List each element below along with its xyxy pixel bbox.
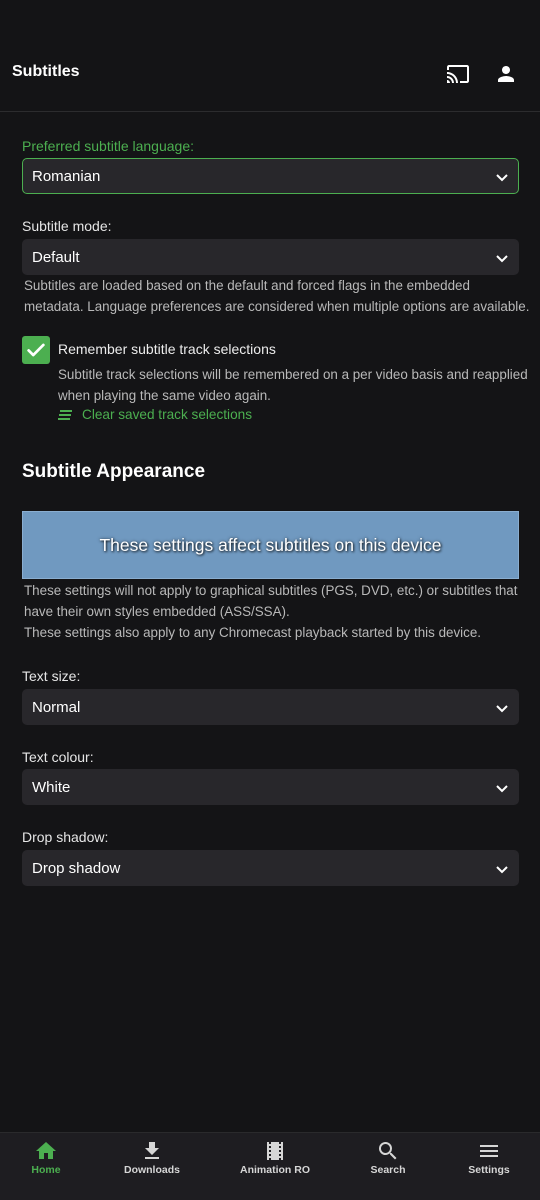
remember-selections-label: Remember subtitle track selections [58, 341, 276, 357]
preferred-language-value: Romanian [32, 168, 101, 185]
subtitle-preview: These settings affect subtitles on this … [22, 511, 519, 579]
subtitle-mode-value: Default [32, 249, 80, 266]
account-icon[interactable] [494, 62, 518, 86]
appearance-note-3: These settings also apply to any Chromec… [24, 625, 482, 640]
preferred-language-select[interactable]: Romanian [22, 158, 519, 194]
page-title: Subtitles [12, 63, 80, 80]
remember-helper-2: when playing the same video again. [58, 388, 271, 403]
home-icon [36, 1142, 56, 1159]
chevron-down-icon [496, 705, 508, 713]
subtitle-appearance-heading: Subtitle Appearance [22, 461, 206, 482]
remember-helper-1: Subtitle track selections will be rememb… [58, 367, 528, 382]
subtitle-mode-label: Subtitle mode: [22, 218, 112, 234]
nav-search[interactable]: Search [338, 1133, 438, 1200]
chevron-down-icon [496, 866, 508, 874]
appearance-note-1: These settings will not apply to graphic… [24, 583, 518, 598]
text-colour-select[interactable]: White [22, 769, 519, 805]
drop-shadow-value: Drop shadow [32, 860, 121, 877]
checkmark-icon [27, 343, 45, 357]
appearance-note-2: have their own styles embedded (ASS/SSA)… [24, 604, 290, 619]
nav-home[interactable]: Home [0, 1133, 96, 1200]
preferred-language-label: Preferred subtitle language: [22, 138, 194, 154]
chevron-down-icon [496, 255, 508, 263]
nav-home-label: Home [31, 1164, 61, 1176]
remember-selections-checkbox[interactable] [22, 336, 50, 364]
nav-animation-ro-label: Animation RO [240, 1164, 310, 1176]
bottom-navigation: Home Downloads Animation RO Search Setti… [0, 1132, 540, 1200]
nav-search-label: Search [370, 1164, 406, 1176]
drop-shadow-label: Drop shadow: [22, 829, 109, 845]
subtitle-preview-text: These settings affect subtitles on this … [99, 534, 442, 555]
text-colour-value: White [32, 779, 71, 796]
nav-settings-label: Settings [468, 1164, 510, 1176]
text-colour-label: Text colour: [22, 749, 94, 765]
text-size-select[interactable]: Normal [22, 689, 519, 725]
subtitle-mode-helper-1: Subtitles are loaded based on the defaul… [24, 278, 470, 293]
cast-icon[interactable] [446, 62, 470, 86]
clear-saved-selections-label: Clear saved track selections [82, 407, 252, 422]
search-icon [379, 1142, 397, 1160]
subtitle-mode-helper-2: metadata. Language preferences are consi… [24, 299, 530, 314]
chevron-down-icon [496, 785, 508, 793]
text-size-value: Normal [32, 699, 81, 716]
nav-downloads[interactable]: Downloads [102, 1133, 202, 1200]
subtitle-mode-select[interactable]: Default [22, 239, 519, 275]
drop-shadow-select[interactable]: Drop shadow [22, 850, 519, 886]
clear-saved-selections-button[interactable]: Clear saved track selections [58, 407, 252, 422]
chevron-down-icon [496, 174, 508, 182]
film-icon [267, 1142, 283, 1160]
text-size-label: Text size: [22, 668, 81, 684]
menu-icon [480, 1145, 498, 1157]
nav-settings[interactable]: Settings [439, 1133, 539, 1200]
download-icon [145, 1142, 159, 1159]
nav-animation-ro[interactable]: Animation RO [225, 1133, 325, 1200]
nav-downloads-label: Downloads [123, 1164, 180, 1176]
clear-all-icon [58, 409, 72, 420]
app-header: Subtitles [0, 0, 540, 112]
